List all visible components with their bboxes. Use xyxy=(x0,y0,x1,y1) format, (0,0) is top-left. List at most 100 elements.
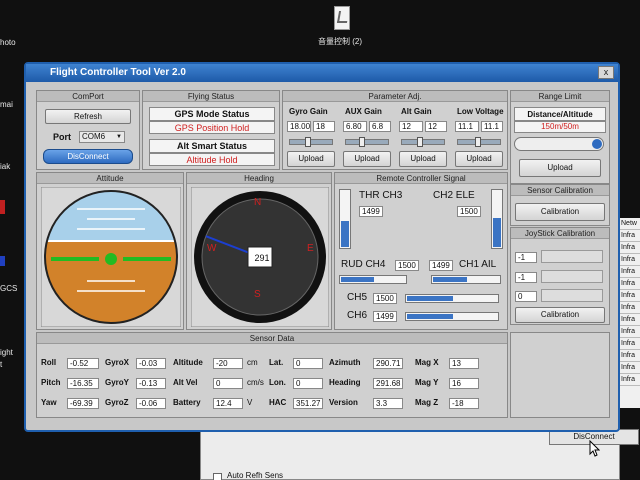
network-list-item[interactable]: Infra xyxy=(619,254,640,266)
battery-label: Battery xyxy=(173,398,201,407)
yaw-value: -69.39 xyxy=(67,398,99,409)
magy-label: Mag Y xyxy=(415,378,439,387)
roll-label: Roll xyxy=(41,358,57,367)
refresh-button[interactable]: Refresh xyxy=(45,109,131,124)
port-select[interactable]: COM6 ▼ xyxy=(79,131,125,143)
altvel-label: Alt Vel xyxy=(173,378,198,387)
param-slider[interactable] xyxy=(401,137,445,147)
magy-value: 16 xyxy=(449,378,479,389)
hac-label: HAC xyxy=(269,398,287,407)
alt-smart-title: Alt Smart Status xyxy=(149,139,275,153)
altitude-label: Altitude xyxy=(173,358,203,367)
param-label: Gyro Gain xyxy=(289,107,328,116)
magz-value: -18 xyxy=(449,398,479,409)
network-list-item[interactable]: Infra xyxy=(619,278,640,290)
ch6-bar xyxy=(405,312,499,321)
param-upload-button[interactable]: Upload xyxy=(287,151,335,167)
comport-header: ComPort xyxy=(37,91,139,102)
network-list-item[interactable]: Infra xyxy=(619,362,640,374)
version-value: 3.3 xyxy=(373,398,403,409)
battery-value: 12.4 xyxy=(213,398,243,409)
desktop-icon-label[interactable]: 音量控制 (2) xyxy=(318,36,362,47)
network-list-item[interactable]: Netw xyxy=(619,218,640,230)
azimuth-value: 290.71 xyxy=(373,358,403,369)
param-upload-button[interactable]: Upload xyxy=(455,151,503,167)
param-slider[interactable] xyxy=(345,137,389,147)
disconnect-button[interactable]: DisConnect xyxy=(43,149,133,164)
port-value: COM6 xyxy=(82,132,106,141)
param-value-1[interactable]: 11.1 xyxy=(455,121,479,132)
joystick-calibration-panel: JoyStick Calibration -1 -1 0 Calibration xyxy=(510,227,610,325)
ch5-value: 1500 xyxy=(373,293,397,304)
param-value-1[interactable]: 12 xyxy=(399,121,423,132)
rud-label: RUD CH4 xyxy=(341,259,386,270)
chevron-down-icon: ▼ xyxy=(116,134,122,140)
sensor-calibration-button[interactable]: Calibration xyxy=(515,203,605,221)
distance-altitude-title: Distance/Altitude xyxy=(514,107,606,121)
network-list-item[interactable]: Infra xyxy=(619,314,640,326)
range-upload-button[interactable]: Upload xyxy=(519,159,601,177)
param-slider[interactable] xyxy=(289,137,333,147)
joystick-value-3: 0 xyxy=(515,291,537,302)
param-value-2: 18 xyxy=(313,121,335,132)
lat-value: 0 xyxy=(293,358,323,369)
network-list-item[interactable]: Infra xyxy=(619,230,640,242)
param-slider-knob[interactable] xyxy=(417,137,424,147)
gps-mode-value: GPS Position Hold xyxy=(149,121,275,134)
network-list-item[interactable]: Infra xyxy=(619,302,640,314)
flying-status-header: Flying Status xyxy=(143,91,279,102)
network-list-item[interactable]: Infra xyxy=(619,350,640,362)
horizon-center-dot xyxy=(105,253,117,265)
network-list-item[interactable]: Infra xyxy=(619,266,640,278)
param-value-1[interactable]: 6.80 xyxy=(343,121,367,132)
param-slider-knob[interactable] xyxy=(475,137,482,147)
network-list-item[interactable]: Infra xyxy=(619,290,640,302)
pitch-value: -16.35 xyxy=(67,378,99,389)
joystick-calibration-button[interactable]: Calibration xyxy=(515,307,605,323)
desktop-fragment-6: t xyxy=(0,360,3,369)
param-upload-button[interactable]: Upload xyxy=(399,151,447,167)
joystick-value-2: -1 xyxy=(515,272,537,283)
ele-label: CH2 ELE xyxy=(433,190,475,201)
empty-side-panel xyxy=(510,332,610,418)
rc-signal-panel: Remote Controller Signal THR CH3 1499 CH… xyxy=(334,172,508,330)
param-value-1[interactable]: 18.00 xyxy=(287,121,311,132)
thr-value: 1499 xyxy=(359,206,383,217)
battery-unit: V xyxy=(247,398,253,407)
range-limit-knob[interactable] xyxy=(592,139,602,149)
mouse-cursor-icon xyxy=(589,440,600,457)
desktop-blue-mark xyxy=(0,256,5,266)
window-close-button[interactable]: x xyxy=(598,66,614,79)
bg-auto-refresh-checkbox[interactable] xyxy=(213,473,222,480)
ail-bar xyxy=(431,275,501,284)
param-label: Low Voltage xyxy=(457,107,504,116)
range-limit-header: Range Limit xyxy=(511,91,609,102)
param-label: Alt Gain xyxy=(401,107,432,116)
param-value-2: 6.8 xyxy=(369,121,391,132)
volume-control-icon[interactable] xyxy=(334,6,350,30)
sensor-data-header: Sensor Data xyxy=(37,333,507,344)
param-slider-knob[interactable] xyxy=(359,137,366,147)
ail-label: CH1 AIL xyxy=(459,259,497,270)
param-label: AUX Gain xyxy=(345,107,382,116)
param-slider[interactable] xyxy=(457,137,501,147)
network-list-item[interactable]: Infra xyxy=(619,242,640,254)
gyrox-value: -0.03 xyxy=(136,358,166,369)
altitude-value: -20 xyxy=(213,358,243,369)
altvel-value: 0 xyxy=(213,378,243,389)
heading-header: Heading xyxy=(187,173,331,184)
param-slider-knob[interactable] xyxy=(305,137,312,147)
network-list-item[interactable]: Infra xyxy=(619,374,640,386)
yaw-label: Yaw xyxy=(41,398,57,407)
range-limit-slider[interactable] xyxy=(514,137,604,151)
network-list-item[interactable]: Infra xyxy=(619,338,640,350)
gps-mode-title: GPS Mode Status xyxy=(149,107,275,121)
parameter-adj-header: Parameter Adj. xyxy=(283,91,507,102)
param-upload-button[interactable]: Upload xyxy=(343,151,391,167)
window-title[interactable]: Flight Controller Tool Ver 2.0 xyxy=(26,64,618,82)
attitude-indicator xyxy=(41,187,181,327)
gyroy-label: GyroY xyxy=(105,378,130,387)
ele-bar xyxy=(491,189,503,249)
magx-label: Mag X xyxy=(415,358,439,367)
network-list-item[interactable]: Infra xyxy=(619,326,640,338)
